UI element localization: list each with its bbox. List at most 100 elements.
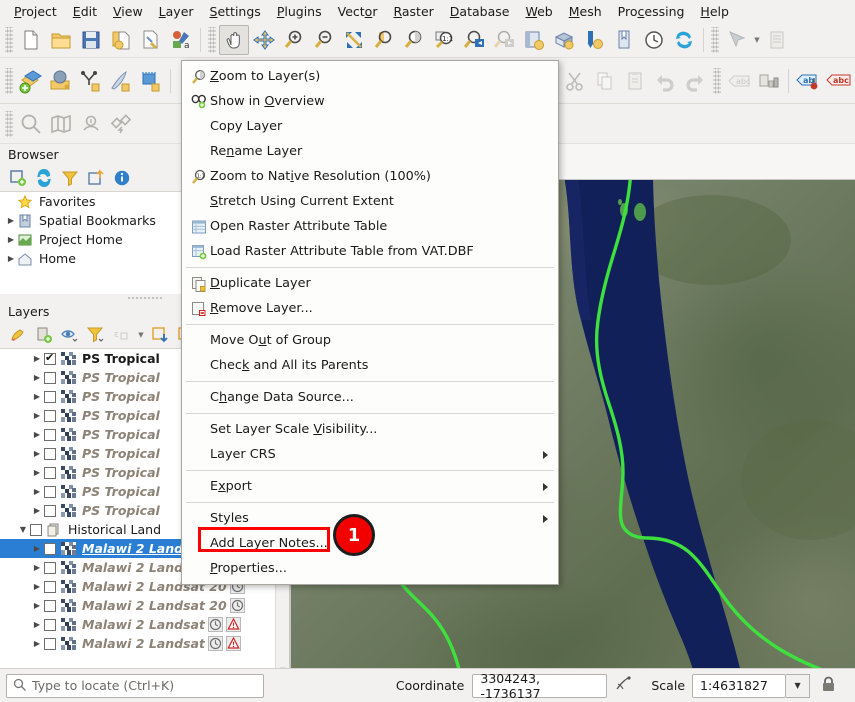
expand-arrow-icon[interactable]: ▶: [30, 620, 44, 629]
save-project-icon[interactable]: [76, 25, 106, 55]
expand-arrow-icon[interactable]: ▶: [30, 354, 44, 363]
expand-arrow-icon[interactable]: ▶: [30, 411, 44, 420]
redo-icon[interactable]: [680, 66, 710, 96]
lock-icon[interactable]: [820, 676, 837, 696]
temporal-controller-icon[interactable]: [639, 25, 669, 55]
undo-icon[interactable]: [650, 66, 680, 96]
menu-help[interactable]: Help: [692, 2, 737, 21]
layer-row[interactable]: ▶ Malawi 2 Landsat: [0, 615, 289, 634]
cut-features-icon[interactable]: [560, 66, 590, 96]
layer-visibility-checkbox[interactable]: [44, 637, 56, 650]
context-menu-item-duplicate-layer[interactable]: Duplicate Layer: [182, 271, 558, 296]
open-project-icon[interactable]: [46, 25, 76, 55]
scale-dropdown-arrow[interactable]: ▼: [786, 673, 811, 698]
deselect-features-icon[interactable]: [722, 25, 752, 55]
expand-arrow-icon[interactable]: ▶: [30, 582, 44, 591]
layer-visibility-checkbox[interactable]: [44, 580, 56, 593]
zoom-out-icon[interactable]: [309, 25, 339, 55]
context-menu-item-stretch-using-current-extent[interactable]: Stretch Using Current Extent: [182, 189, 558, 214]
manage-visibility-icon[interactable]: [58, 323, 82, 347]
context-menu-item-show-in-overview[interactable]: Show in Overview: [182, 89, 558, 114]
filter-legend-expression-icon[interactable]: ε: [110, 323, 134, 347]
label-toggle-icon[interactable]: abc: [724, 66, 754, 96]
place-marker-icon[interactable]: [76, 109, 106, 139]
layer-visibility-checkbox[interactable]: [30, 523, 42, 536]
new-print-layout-icon[interactable]: [136, 25, 166, 55]
chevron-down-icon[interactable]: ▼: [752, 29, 762, 51]
layer-visibility-checkbox[interactable]: [44, 371, 56, 384]
show-pinned-labels-icon[interactable]: ab: [793, 66, 823, 96]
context-menu-item-properties[interactable]: Properties...: [182, 556, 558, 581]
menu-mesh[interactable]: Mesh: [561, 2, 610, 21]
collapse-all-icon[interactable]: [84, 166, 108, 190]
menu-project[interactable]: Project: [6, 2, 65, 21]
context-menu-item-zoom-to-native-resolution-100[interactable]: 1:1 Zoom to Native Resolution (100%): [182, 164, 558, 189]
context-menu-item-check-and-all-its-parents[interactable]: Check and All its Parents: [182, 353, 558, 378]
filter-legend-icon[interactable]: [84, 323, 108, 347]
basemap-icon[interactable]: [46, 109, 76, 139]
add-layer-icon[interactable]: [6, 166, 30, 190]
scale-field[interactable]: 1:4631827: [692, 673, 787, 698]
expand-arrow-icon[interactable]: ▶: [30, 563, 44, 572]
add-vector-layer-icon[interactable]: [16, 66, 46, 96]
expand-arrow-icon[interactable]: ▶: [4, 254, 18, 263]
context-menu-item-set-layer-scale-visibility[interactable]: Set Layer Scale Visibility...: [182, 417, 558, 442]
expand-arrow-icon[interactable]: ▶: [30, 430, 44, 439]
menu-plugins[interactable]: Plugins: [269, 2, 330, 21]
pan-to-selection-icon[interactable]: [249, 25, 279, 55]
new-map-view-2-icon[interactable]: [579, 25, 609, 55]
layer-visibility-checkbox[interactable]: [44, 485, 56, 498]
style-manager-icon[interactable]: a: [166, 25, 196, 55]
zoom-to-selection-icon[interactable]: [369, 25, 399, 55]
add-mesh-layer-icon[interactable]: [76, 66, 106, 96]
expand-arrow-icon[interactable]: ▶: [30, 601, 44, 610]
layer-row[interactable]: ▶ Malawi 2 Landsat: [0, 634, 289, 653]
render-toggle-icon[interactable]: [615, 675, 633, 696]
add-postgis-layer-icon[interactable]: [136, 66, 166, 96]
copy-features-icon[interactable]: [590, 66, 620, 96]
filter-icon[interactable]: [58, 166, 82, 190]
layer-visibility-checkbox[interactable]: [44, 409, 56, 422]
context-menu-item-change-data-source[interactable]: Change Data Source...: [182, 385, 558, 410]
menu-view[interactable]: View: [105, 2, 151, 21]
context-menu-item-open-raster-attribute-table[interactable]: Open Raster Attribute Table: [182, 214, 558, 239]
menu-raster[interactable]: Raster: [385, 2, 441, 21]
properties-info-icon[interactable]: [110, 166, 134, 190]
expand-arrow-icon[interactable]: ▼: [16, 525, 30, 534]
save-project-as-icon[interactable]: [106, 25, 136, 55]
menu-layer[interactable]: Layer: [151, 2, 202, 21]
add-group-icon[interactable]: [32, 323, 56, 347]
context-menu-item-export[interactable]: Export: [182, 474, 558, 499]
layer-visibility-checkbox[interactable]: [44, 466, 56, 479]
zoom-last-icon[interactable]: [459, 25, 489, 55]
add-delimited-text-icon[interactable]: [106, 66, 136, 96]
paste-features-icon[interactable]: [620, 66, 650, 96]
layer-visibility-checkbox[interactable]: [44, 428, 56, 441]
context-menu-item-rename-layer[interactable]: Rename Layer: [182, 139, 558, 164]
expand-all-icon[interactable]: [148, 323, 172, 347]
search-icon[interactable]: [16, 109, 46, 139]
layer-visibility-checkbox[interactable]: [44, 447, 56, 460]
open-attribute-table-icon[interactable]: [762, 25, 792, 55]
expand-arrow-icon[interactable]: ▶: [30, 544, 44, 553]
layer-visibility-checkbox[interactable]: [44, 351, 56, 365]
new-3d-map-view-icon[interactable]: [549, 25, 579, 55]
toolbar-grip[interactable]: [713, 67, 721, 94]
layer-visibility-checkbox[interactable]: [44, 599, 56, 612]
bookmarks-icon[interactable]: [609, 25, 639, 55]
open-layer-styling-icon[interactable]: [6, 323, 30, 347]
coordinate-field[interactable]: 3304243, -1736137: [472, 671, 608, 701]
toolbar-grip[interactable]: [5, 67, 13, 94]
zoom-next-icon[interactable]: [489, 25, 519, 55]
context-menu-item-load-raster-attribute-table-from-vat-dbf[interactable]: Load Raster Attribute Table from VAT.DBF: [182, 239, 558, 264]
context-menu-item-move-out-of-group[interactable]: Move Out of Group: [182, 328, 558, 353]
new-map-view-icon[interactable]: [519, 25, 549, 55]
expand-arrow-icon[interactable]: ▶: [4, 235, 18, 244]
zoom-in-icon[interactable]: [279, 25, 309, 55]
show-unplaced-labels-icon[interactable]: abc: [823, 66, 853, 96]
toolbar-grip[interactable]: [5, 26, 13, 53]
layer-visibility-checkbox[interactable]: [44, 542, 56, 555]
pan-map-icon[interactable]: [219, 24, 249, 55]
chevron-down-icon[interactable]: ▼: [136, 331, 146, 339]
new-project-icon[interactable]: [16, 25, 46, 55]
